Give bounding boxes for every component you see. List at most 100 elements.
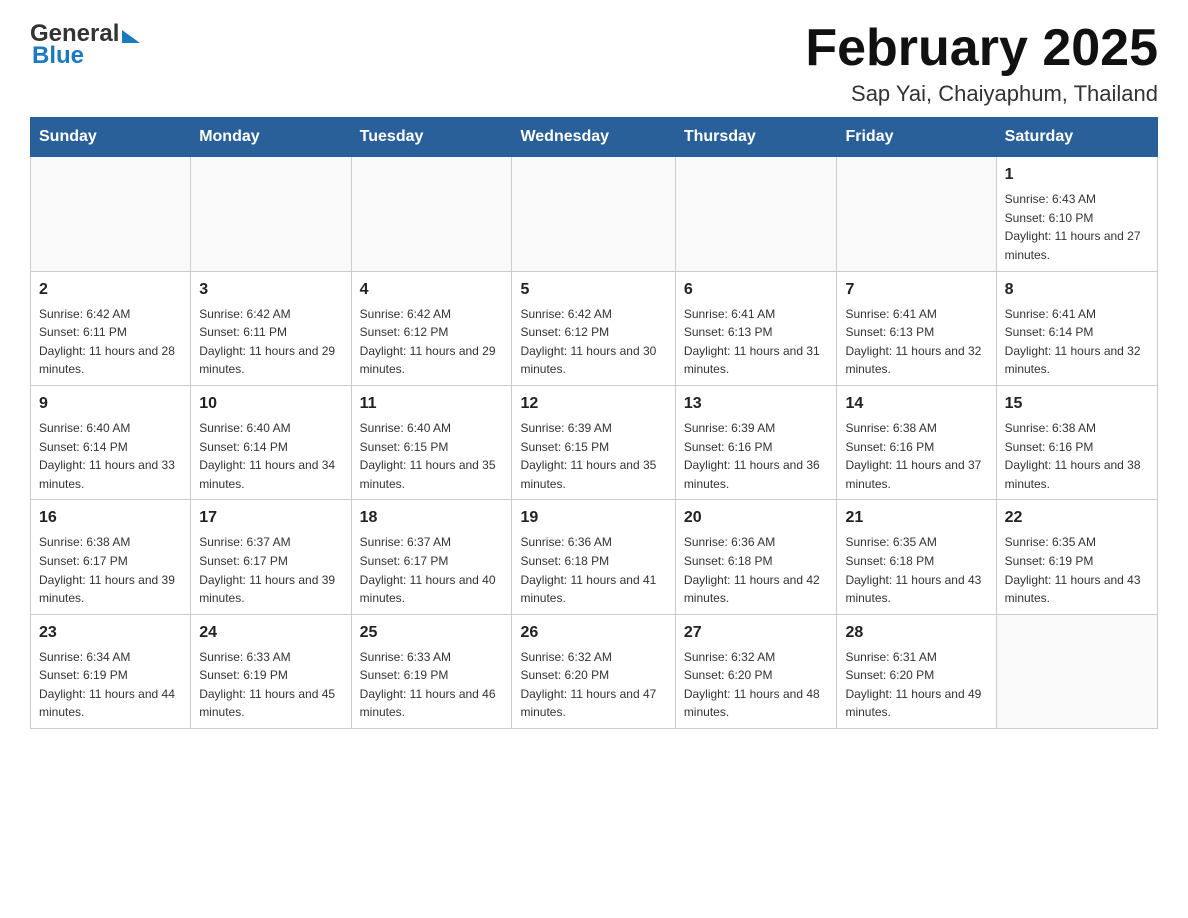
day-number: 13 xyxy=(684,392,829,416)
logo-blue-text: Blue xyxy=(32,42,84,70)
day-info: Sunrise: 6:40 AM Sunset: 6:14 PM Dayligh… xyxy=(39,419,182,493)
calendar-day-cell: 1 Sunrise: 6:43 AM Sunset: 6:10 PM Daylig… xyxy=(996,157,1157,271)
day-info: Sunrise: 6:41 AM Sunset: 6:14 PM Dayligh… xyxy=(1005,305,1149,379)
day-info: Sunrise: 6:43 AM Sunset: 6:10 PM Dayligh… xyxy=(1005,190,1149,264)
day-info: Sunrise: 6:42 AM Sunset: 6:11 PM Dayligh… xyxy=(199,305,342,379)
calendar-day-header: Monday xyxy=(191,118,351,157)
day-number: 11 xyxy=(360,392,504,416)
day-info: Sunrise: 6:38 AM Sunset: 6:16 PM Dayligh… xyxy=(1005,419,1149,493)
day-number: 15 xyxy=(1005,392,1149,416)
day-number: 22 xyxy=(1005,506,1149,530)
calendar-day-cell: 13 Sunrise: 6:39 AM Sunset: 6:16 PM Dayli… xyxy=(675,385,837,499)
calendar-day-cell: 15 Sunrise: 6:38 AM Sunset: 6:16 PM Dayli… xyxy=(996,385,1157,499)
calendar-day-header: Tuesday xyxy=(351,118,512,157)
calendar-day-cell: 27 Sunrise: 6:32 AM Sunset: 6:20 PM Dayli… xyxy=(675,614,837,728)
calendar-day-cell: 19 Sunrise: 6:36 AM Sunset: 6:18 PM Dayli… xyxy=(512,500,675,614)
day-info: Sunrise: 6:40 AM Sunset: 6:15 PM Dayligh… xyxy=(360,419,504,493)
calendar-day-cell: 11 Sunrise: 6:40 AM Sunset: 6:15 PM Dayli… xyxy=(351,385,512,499)
day-number: 23 xyxy=(39,621,182,645)
day-info: Sunrise: 6:42 AM Sunset: 6:12 PM Dayligh… xyxy=(360,305,504,379)
day-number: 9 xyxy=(39,392,182,416)
day-info: Sunrise: 6:41 AM Sunset: 6:13 PM Dayligh… xyxy=(684,305,829,379)
logo-arrow-icon xyxy=(122,30,140,43)
calendar-day-cell: 2Sunrise: 6:42 AM Sunset: 6:11 PM Daylig… xyxy=(31,271,191,385)
calendar-table: SundayMondayTuesdayWednesdayThursdayFrid… xyxy=(30,117,1158,729)
calendar-day-cell: 7 Sunrise: 6:41 AM Sunset: 6:13 PM Daylig… xyxy=(837,271,996,385)
day-number: 8 xyxy=(1005,278,1149,302)
day-info: Sunrise: 6:34 AM Sunset: 6:19 PM Dayligh… xyxy=(39,648,182,722)
calendar-day-cell xyxy=(675,157,837,271)
day-info: Sunrise: 6:32 AM Sunset: 6:20 PM Dayligh… xyxy=(684,648,829,722)
calendar-day-cell: 8 Sunrise: 6:41 AM Sunset: 6:14 PM Daylig… xyxy=(996,271,1157,385)
day-info: Sunrise: 6:33 AM Sunset: 6:19 PM Dayligh… xyxy=(360,648,504,722)
day-info: Sunrise: 6:38 AM Sunset: 6:17 PM Dayligh… xyxy=(39,533,182,607)
calendar-day-cell xyxy=(996,614,1157,728)
day-info: Sunrise: 6:38 AM Sunset: 6:16 PM Dayligh… xyxy=(845,419,987,493)
day-number: 27 xyxy=(684,621,829,645)
calendar-day-cell: 18Sunrise: 6:37 AM Sunset: 6:17 PM Dayli… xyxy=(351,500,512,614)
calendar-day-header: Friday xyxy=(837,118,996,157)
calendar-day-cell: 12 Sunrise: 6:39 AM Sunset: 6:15 PM Dayli… xyxy=(512,385,675,499)
location-subtitle: Sap Yai, Chaiyaphum, Thailand xyxy=(805,81,1158,107)
calendar-day-cell: 24 Sunrise: 6:33 AM Sunset: 6:19 PM Dayli… xyxy=(191,614,351,728)
calendar-day-header: Saturday xyxy=(996,118,1157,157)
day-number: 3 xyxy=(199,278,342,302)
day-info: Sunrise: 6:39 AM Sunset: 6:16 PM Dayligh… xyxy=(684,419,829,493)
day-number: 17 xyxy=(199,506,342,530)
calendar-day-cell xyxy=(837,157,996,271)
day-info: Sunrise: 6:40 AM Sunset: 6:14 PM Dayligh… xyxy=(199,419,342,493)
day-info: Sunrise: 6:31 AM Sunset: 6:20 PM Dayligh… xyxy=(845,648,987,722)
day-number: 7 xyxy=(845,278,987,302)
day-info: Sunrise: 6:36 AM Sunset: 6:18 PM Dayligh… xyxy=(684,533,829,607)
day-info: Sunrise: 6:42 AM Sunset: 6:12 PM Dayligh… xyxy=(520,305,666,379)
day-number: 26 xyxy=(520,621,666,645)
calendar-day-cell: 10 Sunrise: 6:40 AM Sunset: 6:14 PM Dayli… xyxy=(191,385,351,499)
day-number: 20 xyxy=(684,506,829,530)
day-number: 28 xyxy=(845,621,987,645)
day-info: Sunrise: 6:36 AM Sunset: 6:18 PM Dayligh… xyxy=(520,533,666,607)
calendar-day-cell: 14 Sunrise: 6:38 AM Sunset: 6:16 PM Dayli… xyxy=(837,385,996,499)
calendar-week-row: 2 Sunrise: 6:42 AM Sunset: 6:11 PM Daylig… xyxy=(31,271,1158,385)
day-number: 1 xyxy=(1005,163,1149,187)
day-info: Sunrise: 6:37 AM Sunset: 6:17 PM Dayligh… xyxy=(360,533,504,607)
calendar-week-row: 23 Sunrise: 6:34 AM Sunset: 6:19 PM Dayli… xyxy=(31,614,1158,728)
day-number: 19 xyxy=(520,506,666,530)
day-info: Sunrise: 6:39 AM Sunset: 6:15 PM Dayligh… xyxy=(520,419,666,493)
calendar-day-cell xyxy=(31,157,191,271)
calendar-day-cell: 20 Sunrise: 6:36 AM Sunset: 6:18 PM Dayli… xyxy=(675,500,837,614)
day-number: 16 xyxy=(39,506,182,530)
calendar-day-cell xyxy=(351,157,512,271)
calendar-day-cell: 21Sunrise: 6:35 AM Sunset: 6:18 PM Dayli… xyxy=(837,500,996,614)
day-number: 5 xyxy=(520,278,666,302)
day-number: 24 xyxy=(199,621,342,645)
calendar-day-cell: 3 Sunrise: 6:42 AM Sunset: 6:11 PM Daylig… xyxy=(191,271,351,385)
calendar-day-cell: 4 Sunrise: 6:42 AM Sunset: 6:12 PM Daylig… xyxy=(351,271,512,385)
calendar-header-row: SundayMondayTuesdayWednesdayThursdayFrid… xyxy=(31,118,1158,157)
title-block: February 2025 Sap Yai, Chaiyaphum, Thail… xyxy=(805,20,1158,107)
calendar-week-row: 1 Sunrise: 6:43 AM Sunset: 6:10 PM Daylig… xyxy=(31,157,1158,271)
calendar-day-cell xyxy=(191,157,351,271)
day-number: 12 xyxy=(520,392,666,416)
calendar-day-cell: 26 Sunrise: 6:32 AM Sunset: 6:20 PM Dayli… xyxy=(512,614,675,728)
calendar-day-cell: 9 Sunrise: 6:40 AM Sunset: 6:14 PM Daylig… xyxy=(31,385,191,499)
calendar-day-cell: 16 Sunrise: 6:38 AM Sunset: 6:17 PM Dayli… xyxy=(31,500,191,614)
calendar-day-header: Wednesday xyxy=(512,118,675,157)
day-number: 10 xyxy=(199,392,342,416)
day-info: Sunrise: 6:37 AM Sunset: 6:17 PM Dayligh… xyxy=(199,533,342,607)
calendar-day-cell: 5 Sunrise: 6:42 AM Sunset: 6:12 PM Daylig… xyxy=(512,271,675,385)
page-header: General Blue February 2025 Sap Yai, Chai… xyxy=(30,20,1158,107)
month-title: February 2025 xyxy=(805,20,1158,77)
calendar-week-row: 16 Sunrise: 6:38 AM Sunset: 6:17 PM Dayli… xyxy=(31,500,1158,614)
day-info: Sunrise: 6:35 AM Sunset: 6:19 PM Dayligh… xyxy=(1005,533,1149,607)
day-number: 6 xyxy=(684,278,829,302)
calendar-day-cell: 22 Sunrise: 6:35 AM Sunset: 6:19 PM Dayli… xyxy=(996,500,1157,614)
day-number: 14 xyxy=(845,392,987,416)
day-info: Sunrise: 6:32 AM Sunset: 6:20 PM Dayligh… xyxy=(520,648,666,722)
day-info: Sunrise: 6:41 AM Sunset: 6:13 PM Dayligh… xyxy=(845,305,987,379)
day-info: Sunrise: 6:33 AM Sunset: 6:19 PM Dayligh… xyxy=(199,648,342,722)
calendar-day-cell: 6 Sunrise: 6:41 AM Sunset: 6:13 PM Daylig… xyxy=(675,271,837,385)
day-number: 4 xyxy=(360,278,504,302)
logo: General Blue xyxy=(30,20,140,70)
calendar-day-cell: 28 Sunrise: 6:31 AM Sunset: 6:20 PM Dayli… xyxy=(837,614,996,728)
day-number: 2 xyxy=(39,278,182,302)
